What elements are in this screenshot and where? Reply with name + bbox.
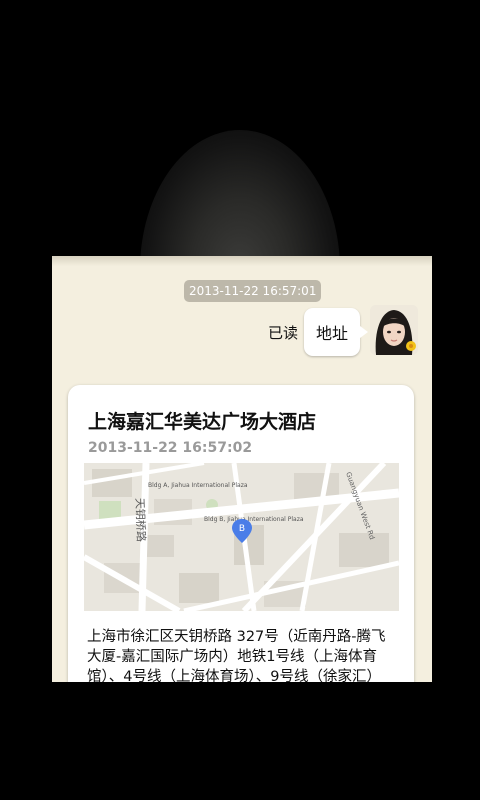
location-time: 2013-11-22 16:57:02: [88, 440, 253, 456]
map-poi-label-a: Bldg A, Jiahua International Plaza: [148, 482, 248, 489]
map-street-label: 天钥桥路: [133, 498, 149, 542]
avatar-image: [370, 305, 418, 355]
message-bubble[interactable]: 地址: [304, 308, 368, 356]
message-timestamp: 2013-11-22 16:57:01: [184, 280, 322, 302]
map-poi-label-b: Bldg B, Jiahua International Plaza: [204, 516, 304, 523]
message-text: 地址: [315, 324, 348, 343]
location-map[interactable]: 天钥桥路 Guangyuan West Rd Bldg A, Jiahua In…: [84, 463, 399, 611]
map-image: 天钥桥路 Guangyuan West Rd Bldg A, Jiahua In…: [84, 463, 399, 611]
header-shadow: [140, 130, 340, 270]
location-card[interactable]: 上海嘉汇华美达广场大酒店 2013-11-22 16:57:02 天钥桥路 Gu…: [68, 385, 414, 682]
read-status-label: 已读: [268, 324, 299, 342]
panel-top-shadow: [52, 256, 432, 266]
chat-panel[interactable]: 2013-11-22 16:57:01 已读 地址 上海嘉汇华美达广场大酒店 2…: [52, 256, 432, 682]
avatar[interactable]: [370, 305, 418, 355]
location-title: 上海嘉汇华美达广场大酒店: [88, 411, 317, 433]
location-address: 上海市徐汇区天钥桥路 327号（近南丹路-腾飞大厦-嘉汇国际广场内）地铁1号线（…: [87, 629, 386, 682]
map-pin-label: B: [239, 524, 245, 534]
